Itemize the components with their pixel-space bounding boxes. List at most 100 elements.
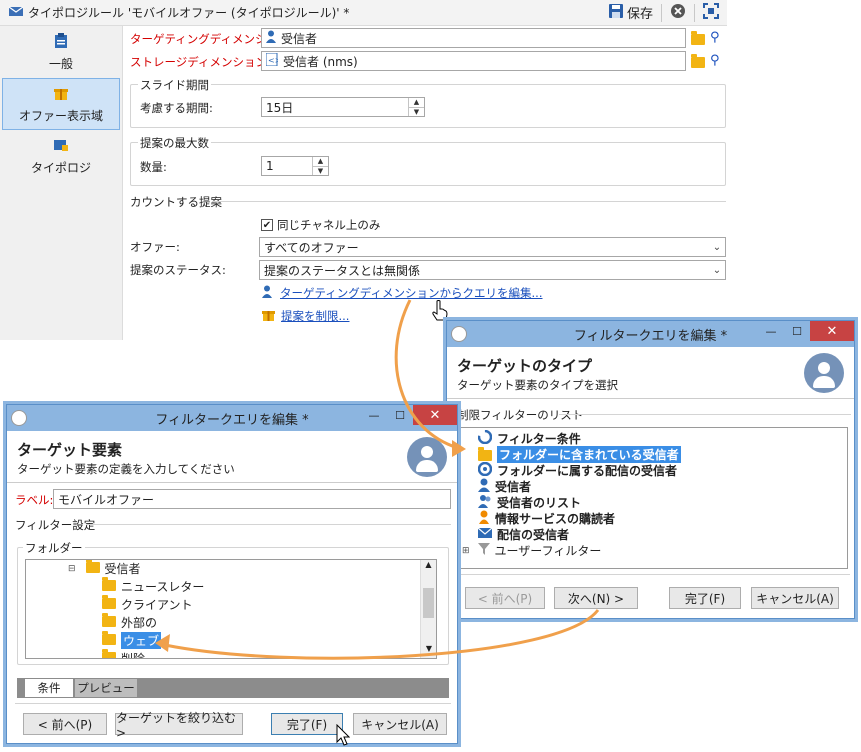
- tree-item[interactable]: 削除: [102, 648, 145, 658]
- counted-proposals-title: カウントする提案: [130, 195, 222, 209]
- filter-query-dialog-left: フィルタークエリを編集 * — ☐ ✕ ターゲット要素 ターゲット要素の定義を入…: [6, 404, 458, 744]
- period-label: 考慮する期間:: [140, 101, 213, 115]
- toolbar-separator: [661, 3, 662, 22]
- folder-recipient-icon: [478, 446, 492, 462]
- folder-icon: [102, 612, 116, 630]
- back-button[interactable]: < 前へ(P): [465, 587, 545, 609]
- targeting-dimension-field[interactable]: 受信者: [261, 28, 686, 48]
- finish-button[interactable]: 完了(F): [271, 713, 343, 735]
- tree-item[interactable]: ニュースレター: [102, 576, 204, 595]
- scroll-up-icon[interactable]: ▲: [421, 560, 436, 574]
- minimize-button[interactable]: —: [758, 321, 784, 341]
- storage-dimension-field[interactable]: <> 受信者 (nms): [261, 51, 686, 71]
- edit-query-link[interactable]: ターゲティングディメンションからクエリを編集...: [280, 285, 542, 301]
- dialog-subheading: ターゲット要素のタイプを選択: [457, 378, 618, 392]
- sidebar-item-label: オファー表示域: [18, 108, 103, 123]
- same-channel-label: 同じチャネル上のみ: [277, 218, 381, 232]
- folder-icon: [102, 576, 116, 594]
- storage-dimension-value: 受信者 (nms): [283, 54, 358, 69]
- dialog-heading: ターゲットのタイプ: [457, 357, 593, 375]
- maximize-button[interactable]: ☐: [784, 321, 810, 341]
- folder-icon[interactable]: [691, 54, 705, 68]
- next-button[interactable]: 次へ(N) >: [554, 587, 638, 609]
- list-item[interactable]: フィルター条件: [477, 429, 581, 447]
- period-spinner[interactable]: ▲ ▼: [408, 98, 424, 116]
- buttons-separator: [455, 574, 850, 575]
- list-item[interactable]: 受信者: [478, 478, 531, 495]
- tree-item[interactable]: 外部の: [102, 612, 157, 631]
- vertical-scrollbar[interactable]: ▲ ▼: [420, 560, 436, 658]
- folder-icon[interactable]: [691, 31, 705, 45]
- counted-proposals-separator: [212, 201, 726, 202]
- toolbar-separator: [694, 3, 695, 22]
- tree-item[interactable]: クライアント: [102, 594, 193, 613]
- minimize-button[interactable]: —: [361, 405, 387, 425]
- same-channel-checkbox[interactable]: ✔ 同じチャネル上のみ: [261, 217, 380, 233]
- offer-select[interactable]: すべてのオファー ⌄: [259, 237, 726, 257]
- dialog-heading: ターゲット要素: [17, 441, 123, 459]
- expand-icon[interactable]: ⊞: [462, 546, 470, 556]
- back-button[interactable]: < 前へ(P): [23, 713, 107, 735]
- svg-text:<>: <>: [268, 56, 278, 65]
- edit-query-link-row: ターゲティングディメンションからクエリを編集...: [262, 285, 542, 301]
- list-item[interactable]: 情報サービスの購読者: [478, 510, 615, 527]
- collapse-icon[interactable]: ⊟: [68, 564, 76, 574]
- delivery-folder-icon: [477, 461, 493, 479]
- app-icon: [451, 326, 467, 342]
- close-button[interactable]: ✕: [413, 405, 457, 425]
- save-label: 保存: [626, 7, 653, 22]
- chevron-down-icon: ⌄: [712, 241, 722, 253]
- dialog-title: フィルタークエリを編集 *: [573, 328, 728, 344]
- quantity-label: 数量:: [140, 160, 167, 174]
- quantity-value: 1: [266, 159, 274, 173]
- folder-icon: [85, 560, 100, 576]
- avatar: [804, 353, 844, 393]
- list-item[interactable]: 受信者のリスト: [478, 494, 581, 511]
- scroll-down-icon[interactable]: ▼: [421, 644, 436, 658]
- label-input[interactable]: モバイルオファー: [53, 489, 451, 509]
- search-icon[interactable]: ⚲: [710, 54, 724, 68]
- list-title-separator: [559, 414, 851, 415]
- quantity-spinner[interactable]: ▲ ▼: [312, 157, 328, 175]
- filter-condition-icon: [477, 429, 493, 447]
- tab-conditions[interactable]: 条件: [25, 679, 73, 697]
- checkbox-checked-icon: ✔: [261, 219, 273, 231]
- sidebar-item-offer-space[interactable]: オファー表示域: [2, 78, 120, 130]
- scroll-thumb[interactable]: [423, 588, 434, 618]
- proposal-status-select[interactable]: 提案のステータスとは無関係 ⌄: [259, 260, 726, 280]
- cancel-icon[interactable]: [670, 3, 686, 22]
- search-icon[interactable]: ⚲: [710, 31, 724, 45]
- period-input[interactable]: 15日 ▲ ▼: [261, 97, 425, 117]
- list-item[interactable]: フォルダーに属する配信の受信者: [477, 461, 677, 479]
- sidebar-item-general[interactable]: 一般: [0, 26, 122, 78]
- dialog-header: ターゲットのタイプ ターゲット要素のタイプを選択: [447, 347, 854, 399]
- sidebar-item-typology[interactable]: タイポロジ: [0, 130, 122, 182]
- quantity-stepper[interactable]: 1 ▲ ▼: [261, 156, 329, 176]
- save-button[interactable]: 保存: [608, 3, 653, 22]
- dialog-title: フィルタークエリを編集 *: [155, 412, 309, 428]
- folder-tree[interactable]: ⊟ 受信者 ニュースレター クライアント 外部の ウェブ 削除 ▲ ▼: [25, 559, 437, 659]
- narrow-target-button[interactable]: ターゲットを絞り込む>: [115, 711, 243, 740]
- list-item[interactable]: ⊞ ユーザーフィルター: [462, 542, 601, 559]
- tab-preview[interactable]: プレビュー: [75, 679, 137, 697]
- storage-dimension-label: ストレージディメンション:: [130, 55, 271, 69]
- tree-item[interactable]: ウェブ: [102, 630, 162, 649]
- tree-item[interactable]: ⊟ 受信者: [68, 560, 141, 577]
- label-field-label: ラベル:: [15, 493, 54, 507]
- finish-button[interactable]: 完了(F): [669, 587, 741, 609]
- close-button[interactable]: ✕: [810, 321, 854, 341]
- sidebar-item-label: タイポロジ: [30, 160, 91, 175]
- filter-type-list[interactable]: フィルター条件 フォルダーに含まれている受信者 フォルダーに属する配信の受信者 …: [459, 427, 848, 569]
- cancel-button[interactable]: キャンセル(A): [751, 587, 839, 609]
- list-item[interactable]: フォルダーに含まれている受信者: [478, 445, 682, 464]
- cancel-button[interactable]: キャンセル(A): [353, 713, 447, 735]
- restrict-link[interactable]: 提案を制限...: [281, 308, 349, 324]
- fullscreen-icon[interactable]: [703, 3, 719, 22]
- proposal-status-value: 提案のステータスとは無関係: [264, 263, 421, 278]
- typology-icon: [53, 137, 69, 156]
- chevron-down-icon: ⌄: [712, 264, 722, 276]
- proposal-status-label: 提案のステータス:: [130, 263, 226, 277]
- list-item[interactable]: 配信の受信者: [477, 526, 569, 543]
- maximize-button[interactable]: ☐: [387, 405, 413, 425]
- editor-title: タイポロジルール 'モバイルオファー (タイポロジルール)' *: [28, 6, 350, 20]
